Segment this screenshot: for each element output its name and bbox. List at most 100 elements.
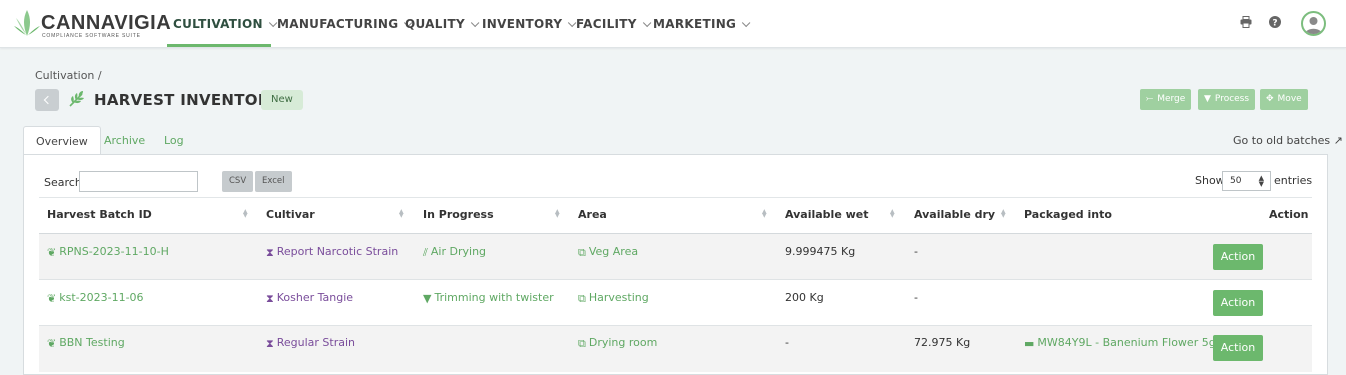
nav-cultivation[interactable]: CULTIVATION — [173, 0, 278, 48]
brand-tagline: COMPLIANCE SOFTWARE SUITE — [42, 33, 141, 39]
old-batches-link[interactable]: Go to old batches ↗ — [1233, 134, 1343, 147]
table-row — [39, 234, 1312, 280]
leaf-icon: ❦ — [47, 292, 57, 305]
nav-label: MARKETING — [653, 17, 737, 31]
area-icon: ⧉ — [578, 246, 586, 259]
new-badge[interactable]: New — [261, 90, 303, 110]
tab-archive[interactable]: Archive — [92, 126, 157, 155]
batch-id-text: RPNS-2023-11-10-H — [59, 245, 169, 258]
nav-label: INVENTORY — [482, 17, 563, 31]
col-header-packaged-into[interactable]: Packaged into — [1024, 208, 1112, 221]
external-link-arrow-icon: ↗ — [1333, 134, 1343, 147]
sort-arrows-icon[interactable]: ▲ ▼ — [1001, 209, 1006, 219]
package-icon: ▬ — [1024, 337, 1035, 350]
area-link[interactable]: ⧉ Harvesting — [578, 291, 649, 306]
leaf-icon: ❦ — [47, 337, 57, 350]
batch-id-link[interactable]: ❦ kst-2023-11-06 — [47, 291, 144, 305]
cultivar-text: Regular Strain — [276, 336, 356, 349]
table-top-divider — [39, 197, 1312, 198]
move-button[interactable]: ✥ Move — [1260, 89, 1308, 110]
row-action-button[interactable]: Action — [1213, 290, 1263, 316]
process-button[interactable]: ▼ Process — [1198, 89, 1256, 110]
printer-icon[interactable] — [1240, 16, 1252, 28]
batch-id-link[interactable]: ❦ BBN Testing — [47, 336, 125, 350]
process-label: Process — [1214, 94, 1250, 104]
nav-label: QUALITY — [405, 17, 465, 31]
search-input[interactable] — [79, 171, 198, 192]
entries-label: entries — [1274, 174, 1313, 187]
entries-per-page-select[interactable]: 50 ▲ ▼ — [1222, 171, 1271, 191]
cultivar-link[interactable]: ⧗ Report Narcotic Strain — [266, 245, 398, 260]
nav-marketing[interactable]: MARKETING — [653, 0, 751, 48]
entries-per-page-value: 50 — [1230, 176, 1242, 186]
cultivar-link[interactable]: ⧗ Kosher Tangie — [266, 291, 353, 306]
help-icon[interactable]: ? — [1269, 16, 1281, 28]
col-header-area[interactable]: Area — [578, 208, 607, 221]
sort-arrows-icon[interactable]: ▲ ▼ — [399, 209, 404, 219]
col-header-available-dry[interactable]: Available dry — [914, 208, 995, 221]
area-text: Veg Area — [588, 245, 639, 258]
breadcrumb[interactable]: Cultivation / — [35, 69, 102, 82]
sort-arrows-icon[interactable]: ▲ ▼ — [762, 209, 767, 219]
top-navigation-bar: CANNAVIGIA COMPLIANCE SOFTWARE SUITE CUL… — [0, 0, 1346, 48]
in-progress-link[interactable]: ⫽ Air Drying — [423, 245, 486, 260]
merge-icon: ⤚ — [1146, 94, 1154, 104]
tab-log[interactable]: Log — [152, 126, 196, 155]
back-button[interactable] — [35, 89, 59, 111]
col-header-cultivar[interactable]: Cultivar — [266, 208, 315, 221]
merge-label: Merge — [1157, 94, 1186, 104]
sort-arrows-icon[interactable]: ▲ ▼ — [890, 209, 895, 219]
hourglass-icon: ⧗ — [266, 337, 274, 350]
nav-facility[interactable]: FACILITY — [576, 0, 652, 48]
merge-button[interactable]: ⤚ Merge — [1140, 89, 1192, 110]
cannavigia-logo[interactable]: CANNAVIGIA COMPLIANCE SOFTWARE SUITE — [14, 8, 171, 40]
area-link[interactable]: ⧉ Drying room — [578, 336, 657, 351]
leaf-icon — [69, 91, 84, 107]
nav-inventory[interactable]: INVENTORY — [482, 0, 577, 48]
chevron-down-icon — [642, 18, 652, 28]
tab-overview[interactable]: Overview — [23, 126, 101, 155]
row-action-button[interactable]: Action — [1213, 244, 1263, 270]
available-wet: 9.999475 Kg — [785, 245, 856, 258]
old-batches-label: Go to old batches — [1233, 134, 1331, 147]
excel-export-button[interactable]: Excel — [255, 171, 292, 192]
col-header-available-wet[interactable]: Available wet — [785, 208, 869, 221]
chevron-down-icon — [470, 18, 480, 28]
available-dry: 72.975 Kg — [914, 336, 971, 349]
cultivar-link[interactable]: ⧗ Regular Strain — [266, 336, 355, 351]
select-arrows-icon: ▲ ▼ — [1258, 174, 1264, 188]
nav-manufacturing[interactable]: MANUFACTURING — [277, 0, 413, 48]
nav-label: CULTIVATION — [173, 17, 263, 31]
show-label: Show — [1195, 174, 1225, 187]
search-label: Search — [44, 176, 82, 189]
available-wet: 200 Kg — [785, 291, 824, 304]
available-dry: - — [914, 245, 918, 258]
user-avatar-icon[interactable] — [1301, 11, 1326, 36]
svg-text:?: ? — [1272, 19, 1277, 29]
sort-arrows-icon[interactable]: ▲ ▼ — [243, 209, 248, 219]
nav-quality[interactable]: QUALITY — [405, 0, 480, 48]
csv-export-button[interactable]: CSV — [222, 171, 254, 192]
sort-arrows-icon[interactable]: ▲ ▼ — [555, 209, 560, 219]
packaged-into-text: MW84Y9L - Banenium Flower 5g — [1037, 336, 1216, 349]
hourglass-icon: ⧗ — [266, 292, 274, 305]
table-row — [39, 280, 1312, 326]
filter-icon: ▼ — [1204, 94, 1211, 104]
area-icon: ⧉ — [578, 337, 586, 350]
drying-icon: ⫽ — [423, 246, 428, 259]
in-progress-link[interactable]: ▼ Trimming with twister — [423, 291, 554, 305]
batch-id-link[interactable]: ❦ RPNS-2023-11-10-H — [47, 245, 169, 259]
col-header-in-progress[interactable]: In Progress — [423, 208, 494, 221]
row-action-button[interactable]: Action — [1213, 335, 1263, 361]
area-link[interactable]: ⧉ Veg Area — [578, 245, 638, 260]
in-progress-text: Air Drying — [430, 245, 487, 258]
nav-label: FACILITY — [576, 17, 637, 31]
col-header-action: Action — [1269, 208, 1309, 221]
available-dry: - — [914, 291, 918, 304]
leaf-icon: ❦ — [47, 246, 57, 259]
col-header-batch-id[interactable]: Harvest Batch ID — [47, 208, 152, 221]
hourglass-icon: ⧗ — [266, 246, 274, 259]
move-label: Move — [1277, 94, 1302, 104]
packaged-into-link[interactable]: ▬ MW84Y9L - Banenium Flower 5g — [1024, 336, 1216, 350]
area-icon: ⧉ — [578, 292, 586, 305]
